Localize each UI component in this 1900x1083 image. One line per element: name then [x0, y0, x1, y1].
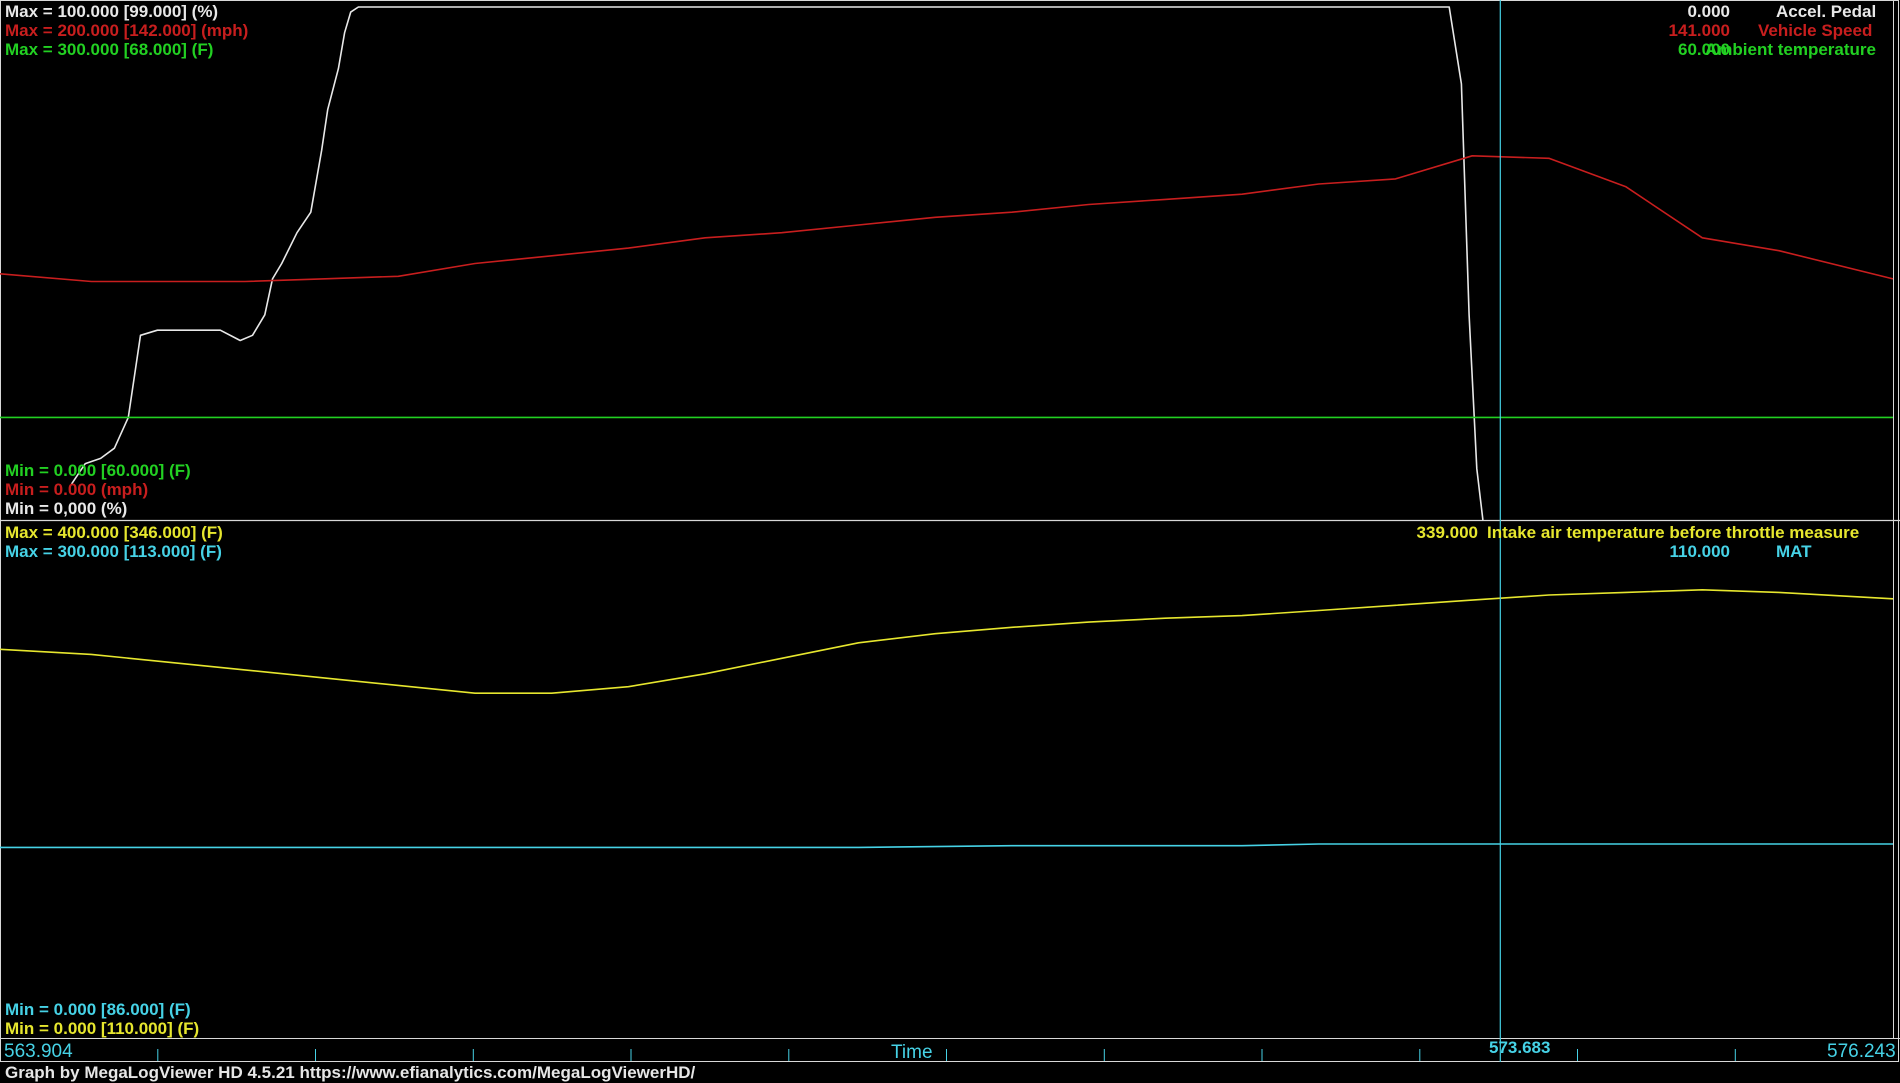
trace-intake-air-temperature-before-throttle-measure	[0, 588, 1894, 695]
footer-credit: Graph by MegaLogViewer HD 4.5.21 https:/…	[0, 1062, 1900, 1083]
ambient-max-label: Max = 300.000 [68.000] (F)	[5, 40, 214, 59]
time-cursor-label: 573.683	[1489, 1038, 1551, 1057]
speed-value: 141.000	[1668, 21, 1730, 40]
accel-name: Accel. Pedal	[1776, 2, 1877, 21]
time-end-label: 576.243	[1827, 1041, 1896, 1062]
speed-max-label: Max = 200.000 [142.000] (mph)	[5, 21, 249, 40]
mat-max-label: Max = 300.000 [113.000] (F)	[5, 542, 222, 561]
mat-value: 110.000	[1669, 542, 1730, 561]
trace-accel-pedal	[70, 6, 1484, 521]
time-axis-label: Time	[891, 1042, 933, 1063]
iat-name: Intake air temperature before throttle m…	[1487, 523, 1860, 542]
speed-min-label: Min = 0.000 (mph)	[5, 480, 149, 499]
trace-mat	[0, 843, 1893, 849]
iat-value: 339.000	[1416, 523, 1478, 542]
time-start-label: 563.904	[4, 1041, 73, 1062]
speed-name: Vehicle Speed	[1758, 21, 1873, 40]
ambient-min-label: Min = 0.000 [60.000] (F)	[5, 461, 191, 480]
accel-max-label: Max = 100.000 [99.000] (%)	[5, 2, 219, 21]
ambient-name: Ambient temperature	[1705, 40, 1876, 59]
log-viewer-window: Max = 100.000 [99.000] (%) Max = 200.000…	[0, 0, 1900, 1083]
mat-min-label: Min = 0.000 [86.000] (F)	[5, 1000, 191, 1019]
iat-max-label: Max = 400.000 [346.000] (F)	[5, 523, 223, 542]
mat-name: MAT	[1776, 542, 1812, 561]
iat-min-label: Min = 0.000 [110.000] (F)	[5, 1019, 200, 1038]
accel-value: 0.000	[1687, 2, 1730, 21]
accel-min-label: Min = 0,000 (%)	[5, 499, 128, 518]
graph-traces	[0, 6, 1894, 849]
trace-vehicle-speed	[0, 155, 1894, 283]
